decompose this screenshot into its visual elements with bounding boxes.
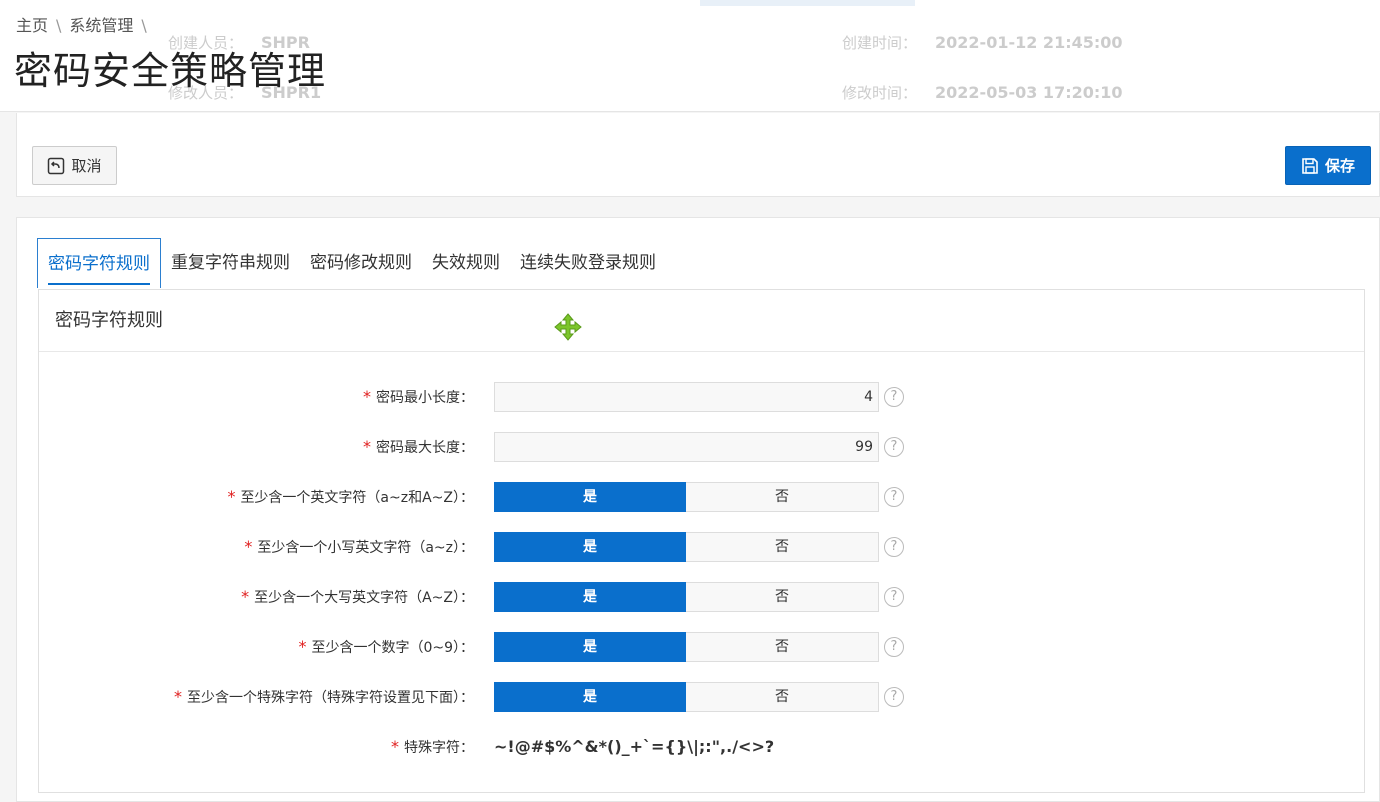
save-icon — [1302, 157, 1318, 174]
row-require-lowercase: * 至少含一个小写英文字符（a~z）： 是否 ? — [39, 532, 1366, 562]
toolbar: 取消 保存 — [16, 113, 1380, 197]
row-require-special: * 至少含一个特殊字符（特殊字符设置见下面）： 是否 ? — [39, 682, 1366, 712]
page-title: 密码安全策略管理 — [14, 49, 327, 93]
breadcrumb-separator: \ — [56, 16, 62, 35]
breadcrumb-home[interactable]: 主页 — [16, 12, 48, 36]
tab-repeat-rules[interactable]: 重复字符串规则 — [161, 238, 300, 288]
min-length-label: * 密码最小长度： — [363, 382, 474, 412]
help-icon[interactable]: ? — [884, 487, 904, 507]
row-require-uppercase: * 至少含一个大写英文字符（A~Z）： 是否 ? — [39, 582, 1366, 612]
meta-ctime-value: 2022-01-12 21:45:00 — [935, 33, 1123, 52]
max-length-label: * 密码最大长度： — [363, 432, 474, 462]
tab-char-rules[interactable]: 密码字符规则 — [37, 238, 161, 288]
required-mark: * — [363, 387, 371, 406]
page-header: 主页 \ 系统管理 \ 创建人员： SHPR 修改人员： SHPR1 创建时间： 2022-… — [0, 0, 1380, 112]
main-card: 密码字符规则 重复字符串规则 密码修改规则 失效规则 连续失败登录规则 密码字符… — [16, 217, 1380, 802]
max-length-label-text: 密码最大长度： — [376, 440, 474, 456]
help-icon[interactable]: ? — [884, 437, 904, 457]
back-arrow-icon — [48, 157, 65, 174]
require-digit-label-text: 至少含一个数字（0~9）： — [311, 640, 474, 656]
special-chars-value: ~!@#$%^&*()_+`={}\|;:",./<>? — [494, 737, 775, 756]
move-cursor-icon — [554, 313, 582, 341]
require-digit-toggle: 是否 — [494, 632, 879, 662]
cancel-label: 取消 — [71, 157, 102, 175]
require-special-label-text: 至少含一个特殊字符（特殊字符设置见下面）： — [187, 690, 474, 706]
require-special-toggle: 是否 — [494, 682, 879, 712]
require-uppercase-label-text: 至少含一个大写英文字符（A~Z）： — [254, 590, 474, 606]
row-special-chars: * 特殊字符： ~!@#$%^&*()_+`={}\|;:",./<>? — [39, 732, 1366, 762]
required-mark: * — [227, 487, 236, 506]
row-max-length: * 密码最大长度： 99 ? — [39, 432, 1366, 462]
top-highlight-bar — [700, 0, 915, 6]
save-button[interactable]: 保存 — [1285, 146, 1371, 185]
toggle-yes-button[interactable]: 是 — [494, 482, 686, 512]
panel-title: 密码字符规则 — [39, 290, 1364, 352]
require-lowercase-label: * 至少含一个小写英文字符（a~z）： — [244, 532, 474, 562]
breadcrumb-separator: \ — [141, 16, 147, 35]
meta-mtime-label: 修改时间： — [842, 84, 918, 102]
min-length-input[interactable]: 4 — [494, 382, 879, 412]
require-lowercase-toggle: 是否 — [494, 532, 879, 562]
row-require-letter: * 至少含一个英文字符（a~z和A~Z）： 是否 ? — [39, 482, 1366, 512]
require-uppercase-toggle: 是否 — [494, 582, 879, 612]
toggle-yes-button[interactable]: 是 — [494, 682, 686, 712]
cancel-button[interactable]: 取消 — [32, 146, 117, 185]
toggle-yes-button[interactable]: 是 — [494, 532, 686, 562]
char-rules-panel: 密码字符规则 * 密码最小长度： 4 ? * 密码最大长度： 99 ? * 至少含一个… — [38, 289, 1365, 793]
meta-created-time: 创建时间： 2022-01-12 21:45:00 — [842, 32, 1123, 53]
toggle-yes-button[interactable]: 是 — [494, 582, 686, 612]
toggle-no-button[interactable]: 否 — [686, 532, 879, 562]
require-special-label: * 至少含一个特殊字符（特殊字符设置见下面）： — [174, 682, 474, 712]
toggle-yes-button[interactable]: 是 — [494, 632, 686, 662]
required-mark: * — [298, 637, 307, 656]
toggle-no-button[interactable]: 否 — [686, 582, 879, 612]
breadcrumb: 主页 \ 系统管理 \ — [16, 12, 155, 36]
required-mark: * — [363, 437, 371, 456]
max-length-input[interactable]: 99 — [494, 432, 879, 462]
breadcrumb-system[interactable]: 系统管理 — [69, 12, 133, 36]
require-lowercase-label-text: 至少含一个小写英文字符（a~z）： — [257, 540, 474, 556]
required-mark: * — [391, 737, 399, 756]
help-icon[interactable]: ? — [884, 687, 904, 707]
row-require-digit: * 至少含一个数字（0~9）： 是否 ? — [39, 632, 1366, 662]
toggle-no-button[interactable]: 否 — [686, 682, 879, 712]
toggle-no-button[interactable]: 否 — [686, 632, 879, 662]
meta-ctime-label: 创建时间： — [842, 34, 918, 52]
tab-bar: 密码字符规则 重复字符串规则 密码修改规则 失效规则 连续失败登录规则 — [37, 238, 666, 288]
help-icon[interactable]: ? — [884, 637, 904, 657]
tab-failed-login-rules[interactable]: 连续失败登录规则 — [510, 238, 666, 288]
required-mark: * — [174, 687, 182, 706]
special-chars-label-text: 特殊字符： — [404, 740, 474, 756]
help-icon[interactable]: ? — [884, 387, 904, 407]
meta-modified-time: 修改时间： 2022-05-03 17:20:10 — [842, 82, 1123, 103]
tab-change-rules[interactable]: 密码修改规则 — [300, 238, 422, 288]
required-mark: * — [241, 587, 250, 606]
min-length-label-text: 密码最小长度： — [376, 390, 474, 406]
require-letter-label-text: 至少含一个英文字符（a~z和A~Z）： — [240, 490, 474, 506]
tab-expire-rules[interactable]: 失效规则 — [422, 238, 510, 288]
required-mark: * — [244, 537, 253, 556]
special-chars-label: * 特殊字符： — [391, 732, 474, 762]
row-min-length: * 密码最小长度： 4 ? — [39, 382, 1366, 412]
help-icon[interactable]: ? — [884, 587, 904, 607]
save-label: 保存 — [1324, 157, 1355, 175]
meta-mtime-value: 2022-05-03 17:20:10 — [935, 83, 1123, 102]
require-letter-label: * 至少含一个英文字符（a~z和A~Z）： — [227, 482, 474, 512]
help-icon[interactable]: ? — [884, 537, 904, 557]
require-digit-label: * 至少含一个数字（0~9）： — [298, 632, 474, 662]
require-uppercase-label: * 至少含一个大写英文字符（A~Z）： — [241, 582, 474, 612]
require-letter-toggle: 是否 — [494, 482, 879, 512]
toggle-no-button[interactable]: 否 — [686, 482, 879, 512]
